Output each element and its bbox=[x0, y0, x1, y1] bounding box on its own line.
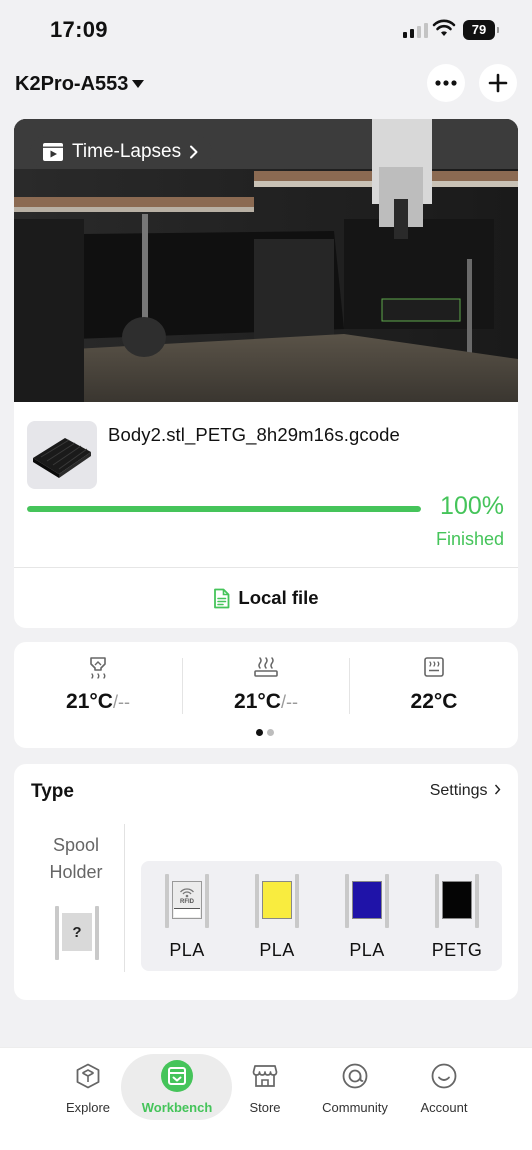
black-filament-swatch bbox=[442, 881, 472, 919]
add-device-button[interactable] bbox=[479, 64, 517, 102]
status-bar: 17:09 79 bbox=[0, 0, 532, 62]
bed-temp-value: 21°C bbox=[234, 690, 281, 713]
filament-slot-3[interactable]: PLA bbox=[337, 874, 397, 961]
device-selector[interactable]: K2Pro-A553 bbox=[15, 73, 128, 96]
chamber-icon bbox=[424, 657, 444, 677]
nozzle-temp-target: /-- bbox=[112, 692, 130, 712]
slot-frame bbox=[345, 874, 349, 928]
printer-status-card: Time-Lapses Body2.stl_PETG_8h29m16s.gcod… bbox=[14, 119, 518, 628]
job-status: Finished bbox=[435, 529, 504, 549]
tab-store-label: Store bbox=[249, 1100, 281, 1115]
bed-temp[interactable]: 21°C/-- bbox=[182, 656, 350, 714]
community-icon bbox=[342, 1063, 368, 1089]
job-thumbnail bbox=[27, 421, 97, 489]
bed-icon bbox=[254, 657, 278, 677]
local-file-button[interactable]: Local file bbox=[14, 568, 518, 628]
spool-holder-slot[interactable]: ? bbox=[55, 906, 99, 960]
temperatures-card[interactable]: 21°C/-- 21°C/-- 22°C bbox=[14, 642, 518, 748]
blue-filament-swatch bbox=[352, 881, 382, 919]
slot-frame bbox=[385, 874, 389, 928]
spool-holder-frame bbox=[95, 906, 99, 960]
filament-slot-4[interactable]: PETG bbox=[427, 874, 487, 961]
model-preview-icon bbox=[33, 438, 91, 478]
progress-bar bbox=[27, 506, 421, 512]
slot-3-material: PLA bbox=[349, 940, 385, 960]
slot-4-material: PETG bbox=[431, 940, 483, 960]
divider bbox=[124, 824, 125, 972]
chamber-temp[interactable]: 22°C bbox=[350, 656, 518, 714]
yellow-filament-swatch bbox=[262, 881, 292, 919]
tab-bar: Explore Workbench Store Community Accoun… bbox=[0, 1047, 532, 1150]
time-lapses-label: Time-Lapses bbox=[72, 141, 182, 162]
page-dot-active bbox=[256, 729, 263, 736]
tab-community[interactable]: Community bbox=[310, 1060, 400, 1115]
nozzle-temp[interactable]: 21°C/-- bbox=[14, 656, 182, 714]
local-file-label: Local file bbox=[238, 587, 319, 608]
tab-explore-label: Explore bbox=[65, 1100, 111, 1115]
tab-workbench-label: Workbench bbox=[141, 1100, 213, 1115]
progress-bar-fill bbox=[27, 506, 421, 512]
cellular-signal-icon bbox=[403, 23, 428, 38]
store-icon bbox=[252, 1065, 278, 1087]
spool-holder-label-line2: Holder bbox=[49, 862, 103, 882]
time-lapses-button[interactable]: Time-Lapses bbox=[30, 135, 213, 169]
rfid-icon bbox=[180, 888, 194, 898]
filament-slot-2[interactable]: PLA bbox=[247, 874, 307, 961]
filament-type-title: Type bbox=[31, 781, 74, 802]
workbench-icon bbox=[161, 1060, 193, 1092]
job-file-name: Body2.stl_PETG_8h29m16s.gcode bbox=[108, 424, 400, 445]
tab-workbench[interactable]: Workbench bbox=[132, 1060, 222, 1115]
document-icon bbox=[214, 588, 230, 608]
tab-store[interactable]: Store bbox=[220, 1060, 310, 1115]
filament-card: Type Settings Spool Holder ? RFID PLA PL… bbox=[14, 764, 518, 1000]
battery-indicator: 79 bbox=[463, 20, 499, 40]
spool-holder-label-line1: Spool bbox=[52, 835, 100, 855]
spool-holder-frame bbox=[55, 906, 59, 960]
header: K2Pro-A553 bbox=[0, 62, 532, 108]
slot-frame bbox=[435, 874, 439, 928]
filament-slot-1[interactable]: RFID PLA bbox=[157, 874, 217, 961]
nozzle-icon bbox=[90, 657, 106, 679]
settings-label: Settings bbox=[429, 782, 488, 799]
tab-explore[interactable]: Explore bbox=[43, 1060, 133, 1115]
slot-2-material: PLA bbox=[259, 940, 295, 960]
filament-settings-link[interactable]: Settings bbox=[430, 782, 501, 800]
page-dot bbox=[267, 729, 274, 736]
tab-community-label: Community bbox=[322, 1100, 388, 1115]
cfs-slots: RFID PLA PLA PLA PETG bbox=[141, 861, 502, 971]
smile-icon bbox=[431, 1063, 457, 1089]
slot-frame bbox=[255, 874, 259, 928]
progress-percent: 100% bbox=[440, 492, 504, 520]
more-horizontal-icon bbox=[435, 80, 457, 86]
more-button[interactable] bbox=[427, 64, 465, 102]
chevron-right-icon bbox=[190, 145, 198, 159]
slot-frame bbox=[295, 874, 299, 928]
slot-frame bbox=[205, 874, 209, 928]
rfid-filament-swatch: RFID bbox=[172, 881, 202, 919]
wifi-icon bbox=[432, 19, 456, 36]
chevron-right-icon bbox=[494, 784, 501, 795]
tab-account[interactable]: Account bbox=[399, 1060, 489, 1115]
plus-icon bbox=[488, 73, 508, 93]
chamber-temp-value: 22°C bbox=[410, 690, 458, 713]
rfid-label: RFID bbox=[180, 899, 194, 905]
tab-account-label: Account bbox=[420, 1100, 468, 1115]
nozzle-temp-value: 21°C bbox=[66, 690, 113, 713]
spool-holder-label: Spool Holder bbox=[32, 832, 120, 886]
slot-frame bbox=[475, 874, 479, 928]
caret-down-icon[interactable] bbox=[132, 80, 144, 88]
slot-1-material: PLA bbox=[169, 940, 205, 960]
cube-icon bbox=[76, 1063, 100, 1089]
page-indicator[interactable] bbox=[256, 729, 274, 736]
unknown-filament-swatch: ? bbox=[62, 913, 92, 951]
bed-temp-target: /-- bbox=[280, 692, 298, 712]
slot-frame bbox=[165, 874, 169, 928]
status-time: 17:09 bbox=[50, 17, 108, 42]
camera-feed[interactable]: Time-Lapses bbox=[14, 119, 518, 402]
video-play-icon bbox=[43, 143, 63, 161]
